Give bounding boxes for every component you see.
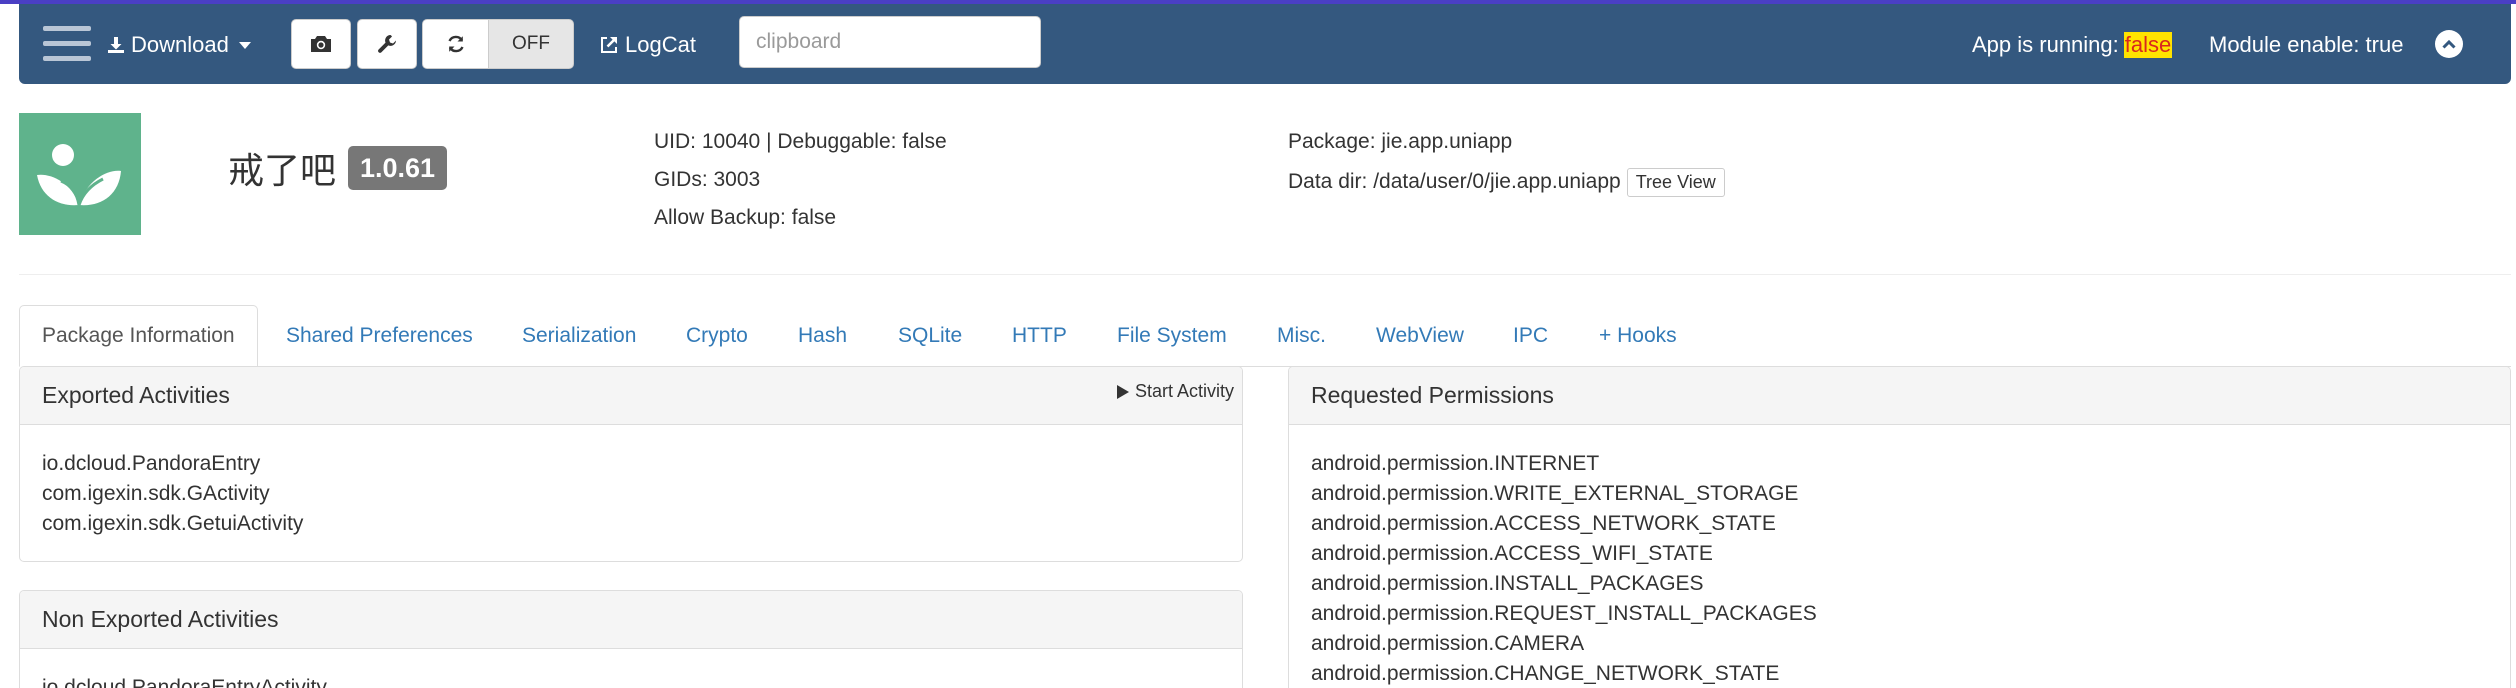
start-activity-label: Start Activity — [1134, 381, 1234, 401]
download-label: Download — [131, 32, 229, 57]
screenshot-button[interactable] — [291, 19, 351, 69]
header-divider — [19, 274, 2511, 275]
requested-permissions-header: Requested Permissions — [1289, 367, 2510, 425]
tree-view-button[interactable]: Tree View — [1626, 168, 1725, 197]
list-item: com.igexin.sdk.GActivity — [42, 482, 270, 505]
collapse-up-button[interactable] — [2435, 30, 2463, 58]
external-link-icon — [601, 37, 617, 53]
camera-icon — [311, 36, 331, 52]
requested-permissions-title: Requested Permissions — [1311, 382, 1554, 408]
tab-http[interactable]: HTTP — [990, 305, 1089, 367]
download-dropdown[interactable]: Download — [107, 28, 251, 62]
app-running-label: App is running: — [1972, 32, 2119, 57]
tab-shared-preferences[interactable]: Shared Preferences — [264, 305, 495, 367]
tab-webview[interactable]: WebView — [1354, 305, 1486, 367]
hamburger-menu-icon[interactable] — [43, 24, 91, 64]
exported-activities-panel: Exported Activities Start Activity io.dc… — [19, 366, 1243, 562]
exported-activities-header: Exported Activities Start Activity — [20, 367, 1242, 425]
list-item: android.permission.WRITE_EXTERNAL_STORAG… — [1311, 482, 1799, 505]
app-icon — [19, 113, 141, 235]
caret-down-icon — [238, 41, 251, 49]
non-exported-activities-header: Non Exported Activities — [20, 591, 1242, 649]
tab-crypto[interactable]: Crypto — [664, 305, 770, 367]
wrench-icon — [378, 35, 396, 53]
package-info: Package: jie.app.uniapp — [1288, 130, 1513, 153]
tab-ipc[interactable]: IPC — [1491, 305, 1570, 367]
list-item: android.permission.ACCESS_WIFI_STATE — [1311, 542, 1713, 565]
app-name: 戒了吧 — [228, 151, 337, 192]
tab-serialization[interactable]: Serialization — [500, 305, 658, 367]
play-icon — [1116, 384, 1129, 399]
refresh-icon — [447, 35, 464, 53]
non-exported-activities-title: Non Exported Activities — [42, 606, 279, 632]
module-enable-status: Module enable: true — [2209, 32, 2404, 57]
list-item: com.igexin.sdk.GetuiActivity — [42, 512, 304, 535]
app-running-value: false — [2123, 32, 2173, 58]
logcat-label: LogCat — [625, 32, 696, 57]
top-navbar: Download OFF LogCat clipboard App is run… — [19, 4, 2511, 84]
start-activity-button[interactable]: Start Activity — [1116, 381, 1234, 402]
tab-hash[interactable]: Hash — [776, 305, 869, 367]
tab-misc[interactable]: Misc. — [1255, 305, 1348, 367]
data-dir-info: Data dir: /data/user/0/jie.app.uniapp — [1288, 170, 1621, 194]
list-item: android.permission.CAMERA — [1311, 632, 1585, 655]
leaf-logo-icon — [37, 144, 121, 206]
list-item: android.permission.CHANGE_NETWORK_STATE — [1311, 662, 1780, 685]
auto-refresh-toggle[interactable]: OFF — [422, 19, 574, 69]
refresh-button[interactable] — [423, 20, 489, 68]
tab-hooks[interactable]: + Hooks — [1577, 305, 1699, 367]
logcat-link[interactable]: LogCat — [599, 28, 696, 62]
tools-button[interactable] — [357, 19, 417, 69]
list-item: android.permission.REQUEST_INSTALL_PACKA… — [1311, 602, 1817, 625]
list-item: io.dcloud.PandoraEntry — [42, 452, 261, 475]
list-item: android.permission.INSTALL_PACKAGES — [1311, 572, 1704, 595]
requested-permissions-panel: Requested Permissions android.permission… — [1288, 366, 2511, 688]
data-dir-row: Data dir: /data/user/0/jie.app.uniapp Tre… — [1288, 168, 1725, 197]
exported-activities-title: Exported Activities — [42, 382, 230, 408]
allow-backup-info: Allow Backup: false — [654, 206, 837, 229]
chevron-up-icon — [2442, 39, 2456, 49]
tab-sqlite[interactable]: SQLite — [876, 305, 984, 367]
list-item: android.permission.INTERNET — [1311, 452, 1600, 475]
download-icon — [108, 37, 124, 53]
tab-file-system[interactable]: File System — [1095, 305, 1249, 367]
list-item: io.dcloud.PandoraEntryActivity — [42, 676, 327, 688]
uid-debuggable-info: UID: 10040 | Debuggable: false — [654, 130, 947, 153]
app-running-status: App is running: false — [1972, 28, 2173, 62]
clipboard-input[interactable] — [739, 16, 1041, 68]
version-badge: 1.0.61 — [348, 146, 448, 190]
toggle-off-label[interactable]: OFF — [489, 20, 573, 68]
list-item: android.permission.ACCESS_NETWORK_STATE — [1311, 512, 1776, 535]
gids-info: GIDs: 3003 — [654, 168, 761, 191]
tab-package-information[interactable]: Package Information — [19, 305, 258, 367]
non-exported-activities-panel: Non Exported Activities io.dcloud.Pandor… — [19, 590, 1243, 688]
